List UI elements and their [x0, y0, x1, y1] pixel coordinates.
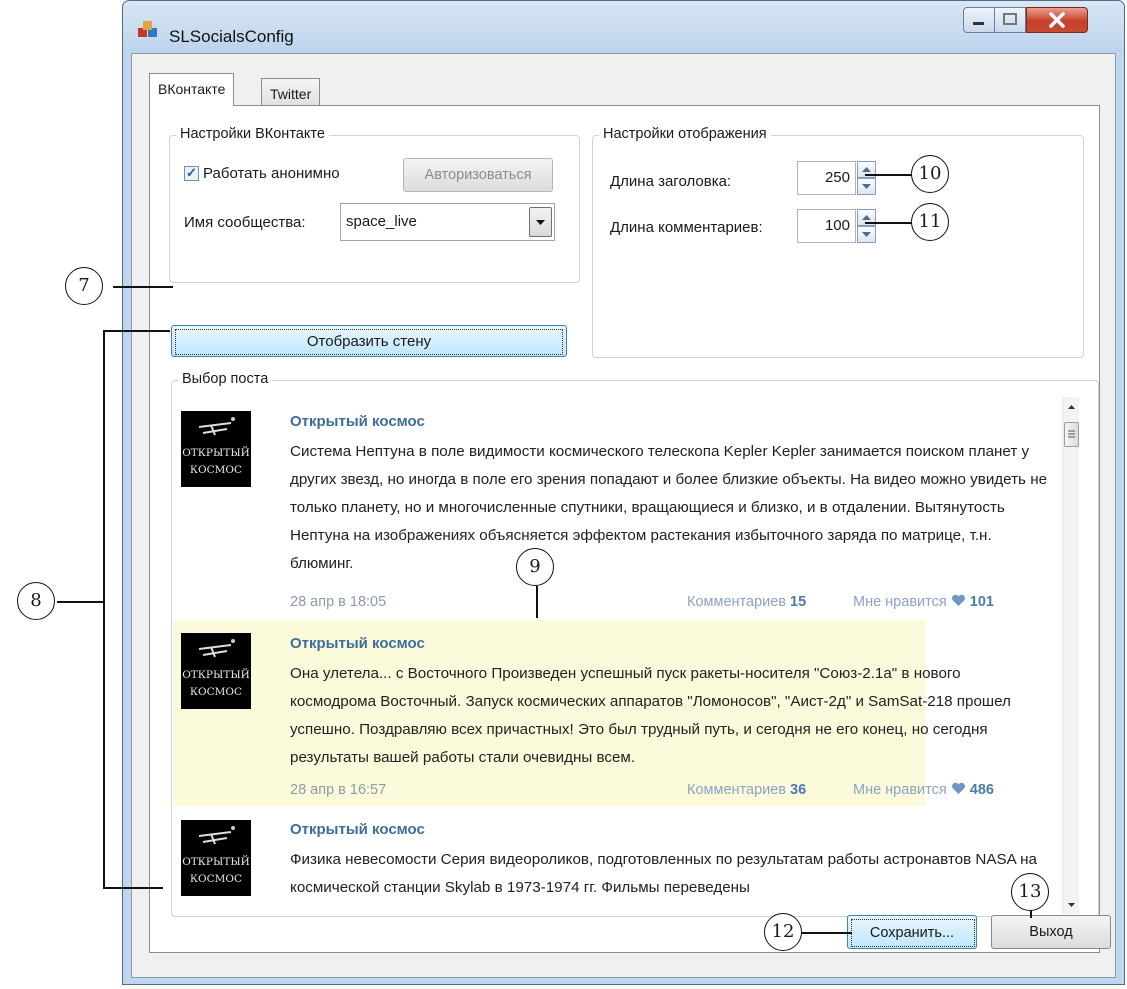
scroll-down-icon[interactable]	[1063, 897, 1079, 912]
callout-bracket-8-top	[103, 330, 170, 332]
avatar-text: ОТКРЫТЫЙ КОСМОС	[182, 856, 250, 885]
minimize-icon	[973, 22, 984, 25]
maximize-icon	[1003, 13, 1017, 25]
comments-length-input[interactable]: 100	[797, 209, 856, 243]
close-button[interactable]	[1026, 7, 1088, 33]
app-icon	[138, 21, 157, 37]
callout-bracket-8	[103, 330, 105, 888]
callout-line-9	[536, 586, 538, 618]
comments-count: 15	[790, 594, 807, 610]
scroll-up-icon[interactable]	[1063, 399, 1079, 414]
post-select-group: Выбор поста ОТКРЫТЫЙ КОСМОС Открытый кос…	[171, 371, 1099, 917]
grip-icon	[1068, 430, 1075, 438]
title-length-down[interactable]	[857, 178, 876, 195]
minimize-button[interactable]	[963, 7, 995, 33]
callout-line-8	[57, 601, 103, 603]
callout-9: 9	[516, 548, 554, 586]
community-label: Имя сообщества:	[184, 214, 306, 231]
display-settings-group: Настройки отображения Длина заголовка: 2…	[592, 126, 1084, 358]
arrow-down-icon	[862, 232, 871, 237]
callout-line-7	[113, 286, 173, 288]
title-length-input[interactable]: 250	[797, 161, 856, 195]
post-item[interactable]: ОТКРЫТЫЙ КОСМОС Открытый космос Система …	[173, 397, 1047, 622]
combo-dropdown-button[interactable]	[529, 207, 552, 237]
post-item-selected[interactable]: ОТКРЫТЫЙ КОСМОС Открытый космос Она улет…	[173, 620, 1011, 806]
feed-scrollbar[interactable]	[1062, 397, 1079, 914]
post-item[interactable]: ОТКРЫТЫЙ КОСМОС Открытый космос Физика н…	[173, 806, 1037, 914]
post-text: Она улетела... с Восточного Произведен у…	[290, 665, 1011, 766]
title-length-label: Длина заголовка:	[610, 173, 732, 190]
callout-11: 11	[911, 203, 949, 241]
satellite-icon	[198, 826, 235, 845]
post-author[interactable]: Открытый космос	[290, 413, 425, 430]
comments-count: 36	[790, 782, 807, 798]
avatar: ОТКРЫТЫЙ КОСМОС	[181, 411, 251, 487]
community-value: space_live	[346, 213, 417, 230]
window-title: SLSocialsConfig	[169, 27, 294, 46]
likes-label: Мне нравится	[853, 782, 947, 798]
likes-count: 486	[969, 782, 994, 798]
comments-length-label: Длина комментариев:	[610, 219, 763, 236]
post-likes[interactable]: Мне нравится 486	[853, 782, 994, 798]
save-button[interactable]: Сохранить...	[847, 915, 977, 949]
app-window: SLSocialsConfig ВКонтакте Twitter Настро…	[122, 0, 1125, 985]
post-text: Физика невесомости Серия видеороликов, п…	[290, 851, 1037, 896]
exit-button[interactable]: Выход	[991, 915, 1111, 949]
callout-line-12	[801, 932, 852, 934]
post-select-legend: Выбор поста	[178, 371, 273, 387]
heart-icon	[951, 782, 965, 794]
tab-twitter[interactable]: Twitter	[261, 78, 321, 108]
callout-12: 12	[764, 913, 802, 951]
authorize-button[interactable]: Авторизоваться	[403, 158, 553, 192]
comments-length-down[interactable]	[857, 226, 876, 243]
callout-7: 7	[65, 267, 103, 305]
post-comments[interactable]: Комментариев 36	[687, 782, 806, 798]
callout-13: 13	[1011, 873, 1049, 911]
close-icon	[1049, 12, 1065, 28]
scroll-thumb[interactable]	[1064, 422, 1079, 447]
client-area: ВКонтакте Twitter Настройки ВКонтакте ✓ …	[131, 53, 1116, 978]
display-settings-legend: Настройки отображения	[599, 126, 771, 142]
post-likes[interactable]: Мне нравится 101	[853, 594, 994, 610]
tab-vkontakte[interactable]: ВКонтакте	[149, 73, 235, 106]
satellite-icon	[198, 417, 235, 436]
maximize-button[interactable]	[994, 7, 1026, 33]
avatar-text: ОТКРЫТЫЙ КОСМОС	[182, 669, 250, 698]
post-text: Система Нептуна в поле видимости космиче…	[290, 443, 1048, 572]
title-bar: SLSocialsConfig	[123, 1, 1124, 53]
callout-line-10	[865, 174, 913, 176]
callout-10: 10	[911, 155, 949, 193]
callout-bracket-8-bottom	[103, 887, 163, 889]
post-date: 28 апр в 18:05	[290, 594, 387, 610]
community-combobox[interactable]: space_live	[340, 203, 555, 241]
post-comments[interactable]: Комментариев 15	[687, 594, 806, 610]
comments-label: Комментариев	[687, 782, 786, 798]
post-date: 28 апр в 16:57	[290, 782, 387, 798]
callout-line-11	[865, 222, 913, 224]
callout-8: 8	[17, 582, 55, 620]
satellite-icon	[198, 639, 235, 658]
chevron-down-icon	[536, 220, 545, 225]
arrow-down-icon	[862, 184, 871, 189]
anonymous-label: Работать анонимно	[203, 165, 340, 182]
avatar: ОТКРЫТЫЙ КОСМОС	[181, 820, 251, 896]
avatar: ОТКРЫТЫЙ КОСМОС	[181, 633, 251, 709]
show-wall-label: Отобразить стену	[306, 333, 432, 350]
heart-icon	[951, 594, 965, 606]
show-wall-button[interactable]: Отобразить стену	[171, 325, 567, 357]
likes-count: 101	[969, 594, 994, 610]
anonymous-checkbox[interactable]: ✓	[184, 166, 199, 181]
avatar-text: ОТКРЫТЫЙ КОСМОС	[182, 447, 250, 476]
post-author[interactable]: Открытый космос	[290, 821, 425, 838]
save-label: Сохранить...	[869, 925, 955, 941]
likes-label: Мне нравится	[853, 594, 947, 610]
vk-settings-group: Настройки ВКонтакте ✓ Работать анонимно …	[169, 126, 580, 283]
post-author[interactable]: Открытый космос	[290, 635, 425, 652]
post-feed[interactable]: ОТКРЫТЫЙ КОСМОС Открытый космос Система …	[173, 397, 1079, 914]
comments-label: Комментариев	[687, 594, 786, 610]
vk-settings-legend: Настройки ВКонтакте	[176, 126, 329, 142]
tab-panel: Настройки ВКонтакте ✓ Работать анонимно …	[149, 105, 1100, 953]
